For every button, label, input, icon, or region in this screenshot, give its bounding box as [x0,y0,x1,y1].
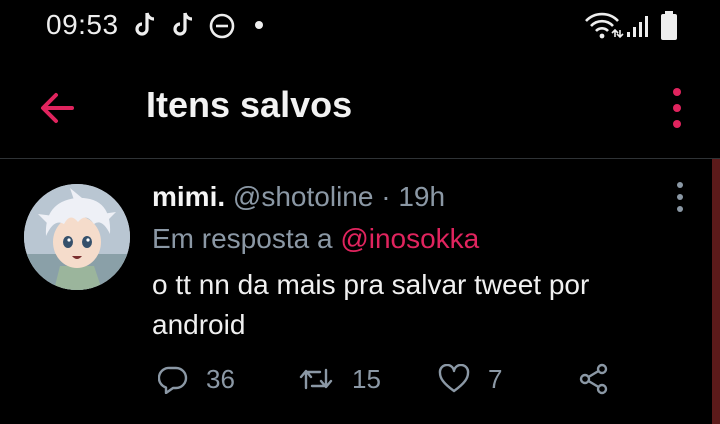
reply-context: Em resposta a @inosokka [152,223,479,255]
do-not-disturb-icon [208,12,236,40]
retweet-count: 15 [352,363,381,394]
arrow-left-icon [41,93,74,123]
tweet-actions: 36 15 7 [152,359,632,399]
signal-icon [626,14,650,38]
retweet-button[interactable]: 15 [298,359,381,399]
share-icon [579,363,608,395]
wifi-icon [584,12,624,40]
reply-count: 36 [206,363,235,394]
share-button[interactable] [578,359,610,399]
avatar[interactable] [24,184,130,290]
display-name[interactable]: mimi. [152,181,225,212]
user-handle[interactable]: @shotoline [233,181,374,212]
scroll-indicator [712,159,720,424]
app-bar: Itens salvos [0,60,720,158]
like-count: 7 [488,363,503,394]
back-button[interactable] [36,86,80,130]
tweet-time: 19h [398,181,446,212]
battery-icon [660,11,678,41]
reply-button[interactable]: 36 [158,359,235,399]
dot-icon [254,20,264,30]
tiktok-icon [172,10,196,40]
saved-tweet[interactable]: mimi. @shotoline · 19h Em resposta a @in… [0,159,712,424]
status-time: 09:53 [46,9,119,40]
tiktok-icon [134,10,158,40]
retweet-icon [299,368,333,390]
tweet-text: o tt nn da mais pra salvar tweet por and… [152,269,590,340]
more-vertical-icon [677,182,683,212]
more-vertical-icon [673,88,681,128]
page-title: Itens salvos [146,84,353,125]
tweet-header: mimi. @shotoline · 19h [152,181,445,213]
reply-prefix: Em resposta a [152,223,333,254]
reply-to-handle[interactable]: @inosokka [340,223,479,254]
overflow-menu-button[interactable] [664,84,690,132]
like-button[interactable]: 7 [438,359,502,399]
tweet-options-button[interactable] [668,179,692,215]
reply-icon [158,366,188,394]
status-bar: 09:53 [0,0,720,52]
meta-separator: · [381,181,391,212]
heart-icon [438,364,470,393]
